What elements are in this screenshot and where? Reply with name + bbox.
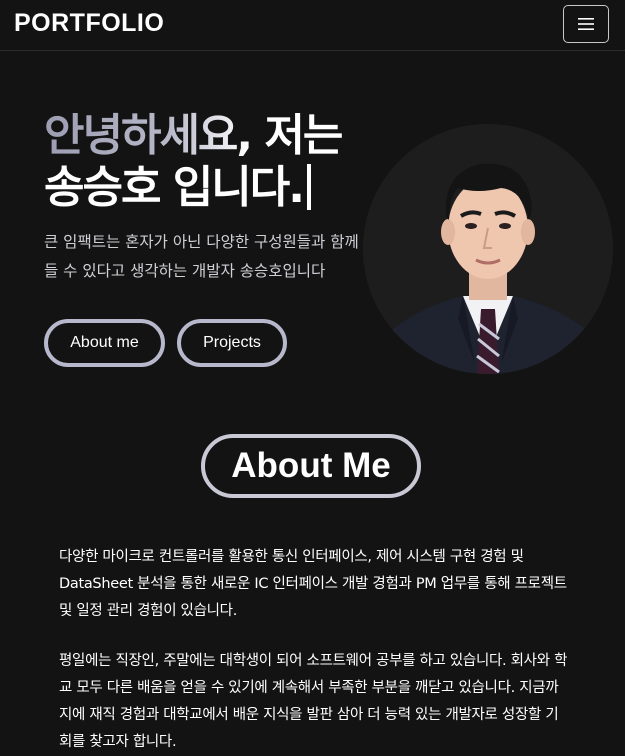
about-me-button[interactable]: About me: [44, 319, 165, 367]
hero-name: 송승호 입니다.: [44, 162, 305, 213]
greeting-highlight: 안녕하세요,: [44, 110, 253, 161]
hamburger-menu-icon: [578, 18, 594, 30]
projects-button[interactable]: Projects: [177, 319, 287, 367]
hero-description-text: 큰 임팩트는 혼자가 아닌 다양한 구성원들과 함께 만들 수 있다고 생각하는…: [44, 233, 366, 280]
greeting-rest: 저는: [251, 110, 343, 161]
profile-photo: [363, 124, 613, 374]
typing-cursor: [306, 164, 311, 210]
navbar: PORTFOLIO: [0, 0, 625, 51]
portrait-illustration: [363, 124, 613, 374]
about-paragraph-2: 평일에는 직장인, 주말에는 대학생이 되어 소프트웨어 공부를 하고 있습니다…: [59, 653, 568, 750]
hero-description: 큰 임팩트는 혼자가 아닌 다양한 구성원들과 함께 만들 수 있다고 생각하는…: [44, 228, 366, 288]
brand-logo[interactable]: PORTFOLIO: [14, 9, 164, 38]
about-paragraph-1: 다양한 마이크로 컨트롤러를 활용한 통신 인터페이스, 제어 시스템 구현 경…: [59, 549, 567, 619]
about-me-title: About Me: [201, 434, 421, 498]
menu-toggle-button[interactable]: [563, 5, 609, 43]
hero-title: 안녕하세요, 저는 송승호 입니다.: [44, 110, 374, 214]
